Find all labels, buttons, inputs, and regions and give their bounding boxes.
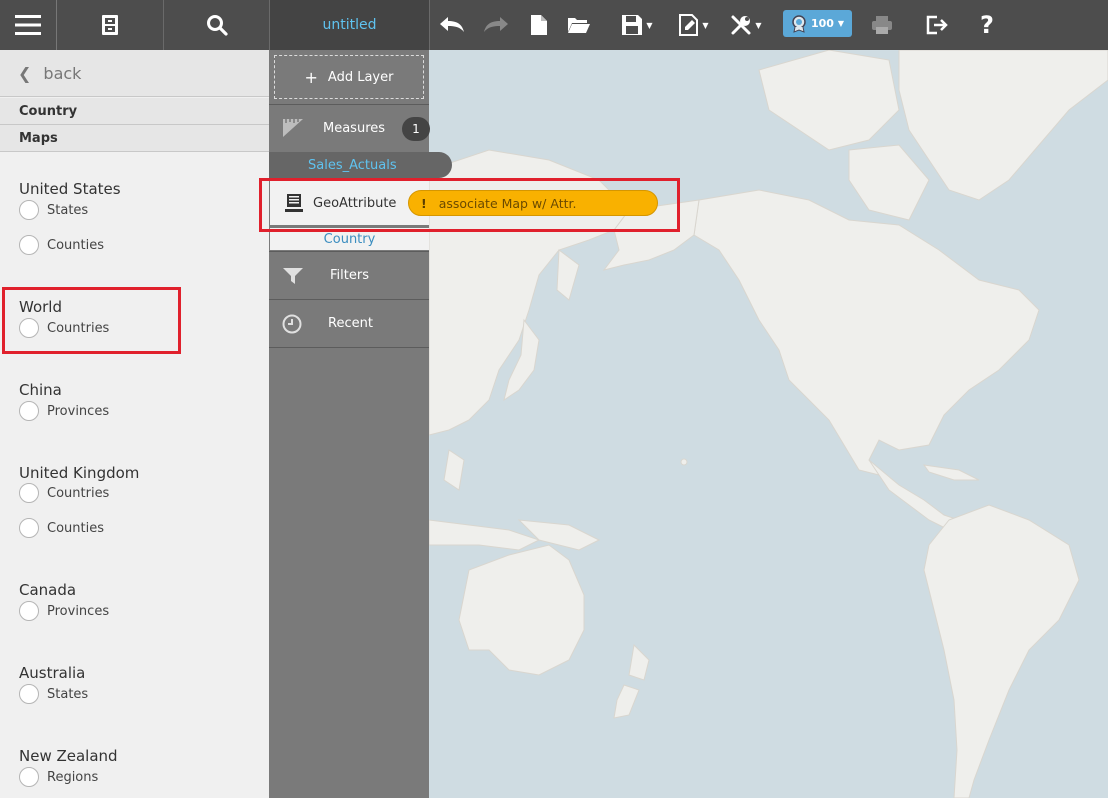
option-label: Countries bbox=[47, 485, 110, 501]
document-title[interactable]: untitled bbox=[270, 0, 429, 50]
menu-icon[interactable] bbox=[0, 0, 56, 50]
measure-field-sales-actuals[interactable]: Sales_Actuals bbox=[269, 152, 452, 178]
map-option-us-states[interactable]: States bbox=[19, 200, 88, 220]
award-badge[interactable]: 100 ▼ bbox=[783, 10, 852, 37]
ruler-icon bbox=[283, 119, 303, 137]
back-label: back bbox=[43, 63, 82, 83]
option-label: States bbox=[47, 202, 89, 218]
group-title-new-zealand: New Zealand bbox=[19, 747, 118, 765]
option-label: States bbox=[47, 686, 89, 702]
save-icon[interactable]: ▼ bbox=[615, 0, 659, 50]
highlight-geoattribute bbox=[259, 178, 680, 232]
radio-button[interactable] bbox=[19, 401, 39, 421]
group-title-australia: Australia bbox=[19, 664, 86, 682]
option-label: Counties bbox=[47, 237, 104, 253]
file-cabinet-icon[interactable] bbox=[57, 0, 163, 50]
map-option-australia-states[interactable]: States bbox=[19, 684, 88, 704]
filters-label: Filters bbox=[330, 268, 369, 283]
highlight-world-countries bbox=[2, 287, 181, 354]
back-button[interactable]: ❮ back bbox=[0, 50, 269, 97]
open-folder-icon[interactable] bbox=[565, 0, 593, 50]
radio-button[interactable] bbox=[19, 200, 39, 220]
option-label: Provinces bbox=[47, 603, 110, 619]
group-title-united-kingdom: United Kingdom bbox=[19, 464, 140, 482]
option-label: Provinces bbox=[47, 403, 110, 419]
top-toolbar: untitled ▼ ▼ ▼ 100 ▼ ? bbox=[0, 0, 1108, 50]
group-title-china: China bbox=[19, 381, 62, 399]
option-label: Regions bbox=[47, 769, 99, 785]
add-layer-label: Add Layer bbox=[327, 69, 394, 85]
radio-button[interactable] bbox=[19, 518, 39, 538]
option-label: Counties bbox=[47, 520, 104, 536]
measures-count-badge: 1 bbox=[402, 117, 430, 141]
exit-icon[interactable] bbox=[922, 0, 952, 50]
group-title-united-states: United States bbox=[19, 180, 121, 198]
measures-label: Measures bbox=[323, 120, 386, 136]
tools-icon[interactable]: ▼ bbox=[727, 0, 765, 50]
map-option-us-counties[interactable]: Counties bbox=[19, 235, 104, 255]
clock-icon bbox=[282, 314, 302, 334]
recent-label: Recent bbox=[328, 316, 373, 331]
radio-button[interactable] bbox=[19, 235, 39, 255]
print-icon[interactable] bbox=[868, 0, 896, 50]
landmass-hawaii bbox=[680, 458, 688, 466]
chevron-left-icon: ❮ bbox=[18, 63, 32, 83]
new-document-icon[interactable] bbox=[526, 0, 552, 50]
map-option-china-provinces[interactable]: Provinces bbox=[19, 401, 109, 421]
recent-row[interactable]: Recent bbox=[269, 300, 429, 347]
award-icon bbox=[792, 14, 806, 33]
maps-panel: ❮ back Country Maps United States States… bbox=[0, 50, 269, 798]
plus-icon: + bbox=[304, 67, 318, 87]
filter-icon bbox=[283, 268, 303, 284]
world-map[interactable] bbox=[429, 50, 1108, 798]
add-layer-button[interactable]: + Add Layer bbox=[274, 55, 424, 99]
radio-button[interactable] bbox=[19, 684, 39, 704]
breadcrumb-maps[interactable]: Maps bbox=[0, 125, 269, 152]
radio-button[interactable] bbox=[19, 601, 39, 621]
map-option-uk-counties[interactable]: Counties bbox=[19, 518, 104, 538]
map-option-nz-regions[interactable]: Regions bbox=[19, 767, 98, 787]
map-option-uk-countries[interactable]: Countries bbox=[19, 483, 109, 503]
radio-button[interactable] bbox=[19, 767, 39, 787]
undo-icon[interactable] bbox=[436, 0, 468, 50]
award-value: 100 bbox=[810, 17, 834, 30]
breadcrumb-country[interactable]: Country bbox=[0, 98, 269, 125]
search-icon[interactable] bbox=[164, 0, 269, 50]
edit-page-icon[interactable]: ▼ bbox=[676, 0, 712, 50]
radio-button[interactable] bbox=[19, 483, 39, 503]
filters-row[interactable]: Filters bbox=[269, 252, 429, 299]
help-icon[interactable]: ? bbox=[972, 0, 1002, 50]
redo-icon[interactable] bbox=[480, 0, 512, 50]
map-option-canada-provinces[interactable]: Provinces bbox=[19, 601, 109, 621]
group-title-canada: Canada bbox=[19, 581, 77, 599]
